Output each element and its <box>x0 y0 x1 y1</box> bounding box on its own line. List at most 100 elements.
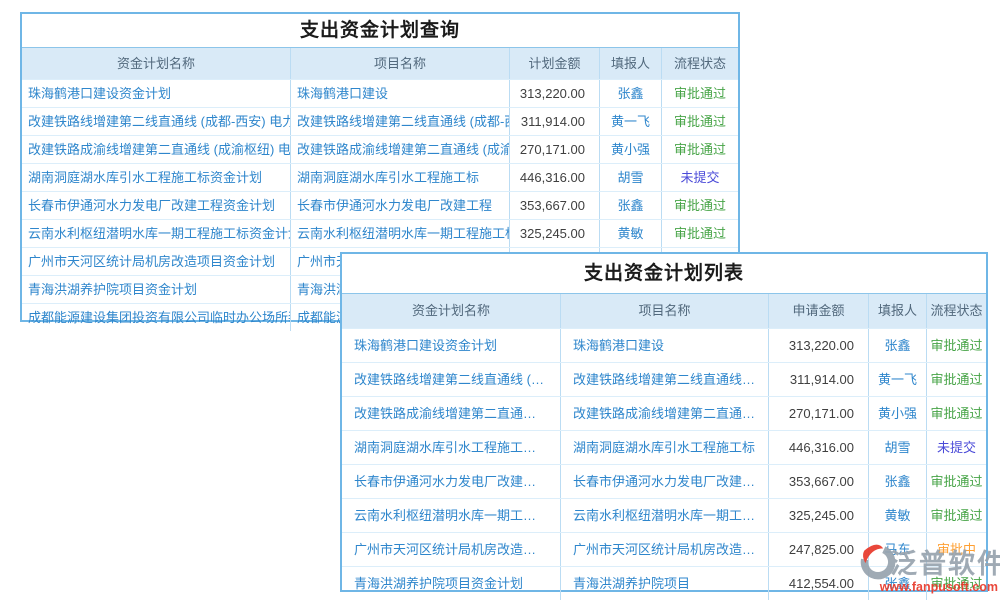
plan-name-cell[interactable]: 青海洪湖养护院项目资金计划 <box>342 567 560 600</box>
status-cell: 审批通过 <box>926 329 986 362</box>
person-cell: 张鑫 <box>599 80 661 107</box>
project-name-cell[interactable]: 改建铁路线增建第二线直通线 (成都-西安) <box>290 108 509 135</box>
amount-cell: 325,245.00 <box>509 220 599 247</box>
table-row: 改建铁路成渝线增建第二直通线 (成渝枢纽) 电力改建铁路成渝线增建第二直通线 (… <box>342 396 986 430</box>
column-header: 项目名称 <box>290 48 509 79</box>
status-cell: 审批通过 <box>661 136 738 163</box>
person-cell: 马东 <box>868 533 926 566</box>
project-name-cell[interactable]: 青海洪湖养护院项目 <box>560 567 768 600</box>
column-header: 填报人 <box>868 294 926 328</box>
project-name-cell[interactable]: 广州市天河区统计局机房改造项目 <box>560 533 768 566</box>
amount-cell: 353,667.00 <box>768 465 868 498</box>
project-name-cell[interactable]: 改建铁路成渝线增建第二直通线 (成渝枢纽) <box>560 397 768 430</box>
status-cell: 审批通过 <box>926 567 986 600</box>
person-cell: 黄小强 <box>868 397 926 430</box>
person-cell: 胡雪 <box>868 431 926 464</box>
project-name-cell[interactable]: 改建铁路成渝线增建第二直通线 (成渝枢纽) <box>290 136 509 163</box>
column-header: 申请金额 <box>768 294 868 328</box>
status-cell: 审批通过 <box>926 397 986 430</box>
project-name-cell[interactable]: 珠海鹤港口建设 <box>560 329 768 362</box>
table-header-row: 资金计划名称项目名称申请金额填报人流程状态 <box>342 294 986 328</box>
table-row: 云南水利枢纽潜明水库一期工程施工标资金计划云南水利枢纽潜明水库一期工程施工标32… <box>342 498 986 532</box>
amount-cell: 311,914.00 <box>509 108 599 135</box>
status-cell: 审批通过 <box>926 499 986 532</box>
amount-cell: 270,171.00 <box>509 136 599 163</box>
person-cell: 张鑫 <box>868 465 926 498</box>
plan-name-cell[interactable]: 改建铁路成渝线增建第二直通线 (成渝枢纽) 电力 <box>22 136 290 163</box>
status-cell: 未提交 <box>926 431 986 464</box>
column-header: 流程状态 <box>661 48 738 79</box>
query-window-title: 支出资金计划查询 <box>22 14 738 48</box>
plan-name-cell[interactable]: 云南水利枢纽潜明水库一期工程施工标资金计划 <box>342 499 560 532</box>
amount-cell: 247,825.00 <box>768 533 868 566</box>
table-row: 改建铁路成渝线增建第二直通线 (成渝枢纽) 电力改建铁路成渝线增建第二直通线 (… <box>22 135 738 163</box>
plan-name-cell[interactable]: 长春市伊通河水力发电厂改建工程资金计划 <box>22 192 290 219</box>
table-row: 云南水利枢纽潜明水库一期工程施工标资金计划云南水利枢纽潜明水库一期工程施工标32… <box>22 219 738 247</box>
project-name-cell[interactable]: 湖南洞庭湖水库引水工程施工标 <box>290 164 509 191</box>
person-cell: 黄敏 <box>599 220 661 247</box>
project-name-cell[interactable]: 云南水利枢纽潜明水库一期工程施工标 <box>290 220 509 247</box>
table-row: 广州市天河区统计局机房改造项目资金计划广州市天河区统计局机房改造项目247,82… <box>342 532 986 566</box>
project-name-cell[interactable]: 长春市伊通河水力发电厂改建工程 <box>560 465 768 498</box>
status-cell: 审批通过 <box>661 108 738 135</box>
status-cell: 审批通过 <box>926 465 986 498</box>
amount-cell: 313,220.00 <box>768 329 868 362</box>
plan-name-cell[interactable]: 长春市伊通河水力发电厂改建工程资金计划 <box>342 465 560 498</box>
amount-cell: 270,171.00 <box>768 397 868 430</box>
person-cell: 张鑫 <box>868 567 926 600</box>
amount-cell: 311,914.00 <box>768 363 868 396</box>
project-name-cell[interactable]: 改建铁路线增建第二线直通线 (成都-西安) <box>560 363 768 396</box>
table-row: 青海洪湖养护院项目资金计划青海洪湖养护院项目412,554.00张鑫审批通过 <box>342 566 986 600</box>
table-row: 长春市伊通河水力发电厂改建工程资金计划长春市伊通河水力发电厂改建工程353,66… <box>342 464 986 498</box>
person-cell: 胡雪 <box>599 164 661 191</box>
project-name-cell[interactable]: 云南水利枢纽潜明水库一期工程施工标 <box>560 499 768 532</box>
project-name-cell[interactable]: 珠海鹤港口建设 <box>290 80 509 107</box>
plan-name-cell[interactable]: 青海洪湖养护院项目资金计划 <box>22 276 290 303</box>
amount-cell: 412,554.00 <box>768 567 868 600</box>
person-cell: 黄一飞 <box>599 108 661 135</box>
table-row: 珠海鹤港口建设资金计划珠海鹤港口建设313,220.00张鑫审批通过 <box>342 328 986 362</box>
plan-name-cell[interactable]: 珠海鹤港口建设资金计划 <box>342 329 560 362</box>
column-header: 填报人 <box>599 48 661 79</box>
column-header: 计划金额 <box>509 48 599 79</box>
plan-name-cell[interactable]: 广州市天河区统计局机房改造项目资金计划 <box>342 533 560 566</box>
status-cell: 审批中 <box>926 533 986 566</box>
amount-cell: 353,667.00 <box>509 192 599 219</box>
table-row: 长春市伊通河水力发电厂改建工程资金计划长春市伊通河水力发电厂改建工程353,66… <box>22 191 738 219</box>
status-cell: 未提交 <box>661 164 738 191</box>
person-cell: 黄敏 <box>868 499 926 532</box>
person-cell: 张鑫 <box>599 192 661 219</box>
amount-cell: 325,245.00 <box>768 499 868 532</box>
status-cell: 审批通过 <box>661 80 738 107</box>
plan-name-cell[interactable]: 湖南洞庭湖水库引水工程施工标资金计划 <box>22 164 290 191</box>
amount-cell: 446,316.00 <box>768 431 868 464</box>
plan-name-cell[interactable]: 云南水利枢纽潜明水库一期工程施工标资金计划 <box>22 220 290 247</box>
plan-name-cell[interactable]: 改建铁路成渝线增建第二直通线 (成渝枢纽) 电力 <box>342 397 560 430</box>
plan-name-cell[interactable]: 广州市天河区统计局机房改造项目资金计划 <box>22 248 290 275</box>
column-header: 流程状态 <box>926 294 986 328</box>
amount-cell: 313,220.00 <box>509 80 599 107</box>
plan-name-cell[interactable]: 改建铁路线增建第二线直通线 (成都-西安) 电力 <box>22 108 290 135</box>
table-row: 湖南洞庭湖水库引水工程施工标资金计划湖南洞庭湖水库引水工程施工标446,316.… <box>22 163 738 191</box>
plan-name-cell[interactable]: 改建铁路线增建第二线直通线 (成都-西安) 电力 <box>342 363 560 396</box>
person-cell: 黄小强 <box>599 136 661 163</box>
person-cell: 张鑫 <box>868 329 926 362</box>
column-header: 资金计划名称 <box>22 48 290 79</box>
project-name-cell[interactable]: 长春市伊通河水力发电厂改建工程 <box>290 192 509 219</box>
status-cell: 审批通过 <box>661 192 738 219</box>
plan-name-cell[interactable]: 湖南洞庭湖水库引水工程施工标资金计划 <box>342 431 560 464</box>
table-row: 改建铁路线增建第二线直通线 (成都-西安) 电力改建铁路线增建第二线直通线 (成… <box>342 362 986 396</box>
table-row: 珠海鹤港口建设资金计划珠海鹤港口建设313,220.00张鑫审批通过 <box>22 79 738 107</box>
plan-name-cell[interactable]: 成都能源建设集团投资有限公司临时办公场所装修 <box>22 304 290 331</box>
plan-name-cell[interactable]: 珠海鹤港口建设资金计划 <box>22 80 290 107</box>
table-row: 湖南洞庭湖水库引水工程施工标资金计划湖南洞庭湖水库引水工程施工标446,316.… <box>342 430 986 464</box>
status-cell: 审批通过 <box>926 363 986 396</box>
amount-cell: 446,316.00 <box>509 164 599 191</box>
person-cell: 黄一飞 <box>868 363 926 396</box>
list-window: 支出资金计划列表 资金计划名称项目名称申请金额填报人流程状态珠海鹤港口建设资金计… <box>340 252 988 592</box>
column-header: 项目名称 <box>560 294 768 328</box>
table-row: 改建铁路线增建第二线直通线 (成都-西安) 电力改建铁路线增建第二线直通线 (成… <box>22 107 738 135</box>
project-name-cell[interactable]: 湖南洞庭湖水库引水工程施工标 <box>560 431 768 464</box>
status-cell: 审批通过 <box>661 220 738 247</box>
list-table: 资金计划名称项目名称申请金额填报人流程状态珠海鹤港口建设资金计划珠海鹤港口建设3… <box>342 294 986 600</box>
